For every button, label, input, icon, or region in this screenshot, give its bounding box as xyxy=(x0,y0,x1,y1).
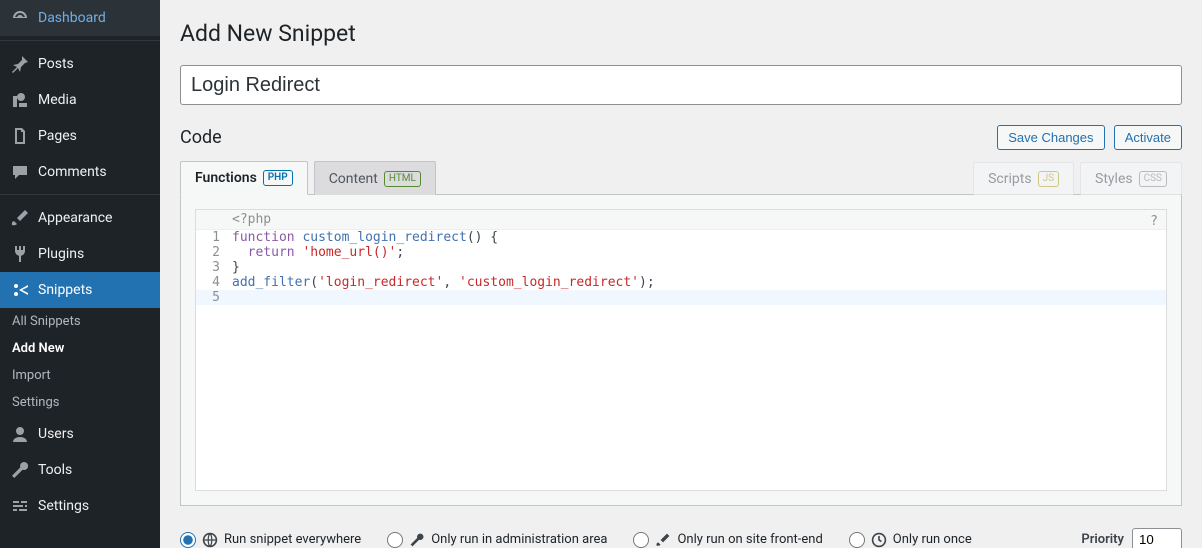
line-number: 4 xyxy=(196,275,226,290)
sidebar-label: Comments xyxy=(38,164,107,180)
sliders-icon xyxy=(10,496,30,516)
submenu-all-snippets[interactable]: All Snippets xyxy=(0,308,160,335)
sidebar-item-comments[interactable]: Comments xyxy=(0,154,160,190)
css-badge: CSS xyxy=(1139,171,1167,187)
save-changes-button[interactable]: Save Changes xyxy=(997,125,1104,150)
page-title: Add New Snippet xyxy=(180,20,1182,47)
globe-icon xyxy=(202,532,218,548)
submenu-settings[interactable]: Settings xyxy=(0,389,160,416)
tab-scripts[interactable]: Scripts JS xyxy=(973,162,1074,195)
sidebar-item-dashboard[interactable]: Dashboard xyxy=(0,0,160,36)
brush-icon xyxy=(10,208,30,228)
brush-icon xyxy=(655,532,671,548)
priority-input[interactable] xyxy=(1132,528,1182,548)
sidebar-item-appearance[interactable]: Appearance xyxy=(0,200,160,236)
sidebar-item-pages[interactable]: Pages xyxy=(0,118,160,154)
snippet-title-input[interactable] xyxy=(180,65,1182,105)
code-line[interactable]: 4add_filter('login_redirect', 'custom_lo… xyxy=(196,275,1166,290)
code-line[interactable]: 1function custom_login_redirect() { xyxy=(196,230,1166,245)
tab-styles[interactable]: Styles CSS xyxy=(1080,162,1182,195)
editor-tabs: Functions PHP Content HTML Scripts JS St… xyxy=(180,160,1182,194)
sidebar-label: Users xyxy=(38,426,74,442)
tab-content[interactable]: Content HTML xyxy=(314,161,436,195)
sidebar-label: Appearance xyxy=(38,210,112,226)
dashboard-icon xyxy=(10,8,30,28)
line-number: 1 xyxy=(196,230,226,245)
code-text[interactable]: return 'home_url()'; xyxy=(226,245,404,260)
line-number: 3 xyxy=(196,260,226,275)
wrench-icon xyxy=(10,460,30,480)
sidebar-label: Posts xyxy=(38,56,74,72)
sidebar-label: Media xyxy=(38,92,77,108)
sidebar-item-media[interactable]: Media xyxy=(0,82,160,118)
code-text[interactable] xyxy=(226,290,232,305)
code-editor[interactable]: <?php ? 1function custom_login_redirect(… xyxy=(195,209,1167,491)
sidebar-label: Tools xyxy=(38,462,72,478)
scope-everywhere[interactable]: Run snippet everywhere xyxy=(180,532,361,548)
sidebar-separator xyxy=(0,36,160,41)
html-badge: HTML xyxy=(384,171,421,187)
main-content: Add New Snippet Code Save Changes Activa… xyxy=(160,0,1202,548)
scope-row: Run snippet everywhere Only run in admin… xyxy=(180,520,1182,548)
pin-icon xyxy=(10,54,30,74)
code-header: Code Save Changes Activate xyxy=(180,125,1182,150)
plug-icon xyxy=(10,244,30,264)
line-number: 2 xyxy=(196,245,226,260)
code-line[interactable]: 5 xyxy=(196,290,1166,305)
comments-icon xyxy=(10,162,30,182)
scope-frontend[interactable]: Only run on site front-end xyxy=(633,532,822,548)
clock-icon xyxy=(871,532,887,548)
pages-icon xyxy=(10,126,30,146)
editor-help-icon[interactable]: ? xyxy=(1150,214,1158,229)
header-actions: Save Changes Activate xyxy=(991,125,1182,150)
priority-field: Priority xyxy=(1081,528,1182,548)
scope-once[interactable]: Only run once xyxy=(849,532,972,548)
php-badge: PHP xyxy=(263,170,293,186)
scope-admin[interactable]: Only run in administration area xyxy=(387,532,607,548)
sidebar-item-settings[interactable]: Settings xyxy=(0,488,160,524)
code-line[interactable]: 3} xyxy=(196,260,1166,275)
activate-button[interactable]: Activate xyxy=(1114,125,1182,150)
admin-sidebar: Dashboard Posts Media Pages Comments App… xyxy=(0,0,160,548)
code-text[interactable]: } xyxy=(226,260,240,275)
sidebar-label: Plugins xyxy=(38,246,84,262)
sidebar-item-tools[interactable]: Tools xyxy=(0,452,160,488)
code-section-title: Code xyxy=(180,127,222,148)
priority-label: Priority xyxy=(1081,532,1124,547)
js-badge: JS xyxy=(1038,171,1059,187)
sidebar-label: Dashboard xyxy=(38,10,106,26)
tab-functions[interactable]: Functions PHP xyxy=(180,161,308,195)
line-number: 5 xyxy=(196,290,226,305)
wrench-icon xyxy=(409,532,425,548)
sidebar-item-users[interactable]: Users xyxy=(0,416,160,452)
sidebar-separator xyxy=(0,190,160,195)
sidebar-item-snippets[interactable]: Snippets xyxy=(0,272,160,308)
sidebar-label: Pages xyxy=(38,128,77,144)
php-open-tag: <?php xyxy=(196,210,1166,230)
user-icon xyxy=(10,424,30,444)
sidebar-item-posts[interactable]: Posts xyxy=(0,46,160,82)
submenu-add-new[interactable]: Add New xyxy=(0,335,160,362)
media-icon xyxy=(10,90,30,110)
submenu-import[interactable]: Import xyxy=(0,362,160,389)
code-line[interactable]: 2 return 'home_url()'; xyxy=(196,245,1166,260)
scissors-icon xyxy=(10,280,30,300)
active-arrow-icon xyxy=(160,282,168,298)
code-text[interactable]: function custom_login_redirect() { xyxy=(226,230,498,245)
editor-panel: <?php ? 1function custom_login_redirect(… xyxy=(180,194,1182,506)
code-text[interactable]: add_filter('login_redirect', 'custom_log… xyxy=(226,275,655,290)
sidebar-label: Settings xyxy=(38,498,89,514)
sidebar-item-plugins[interactable]: Plugins xyxy=(0,236,160,272)
sidebar-label: Snippets xyxy=(38,282,92,298)
